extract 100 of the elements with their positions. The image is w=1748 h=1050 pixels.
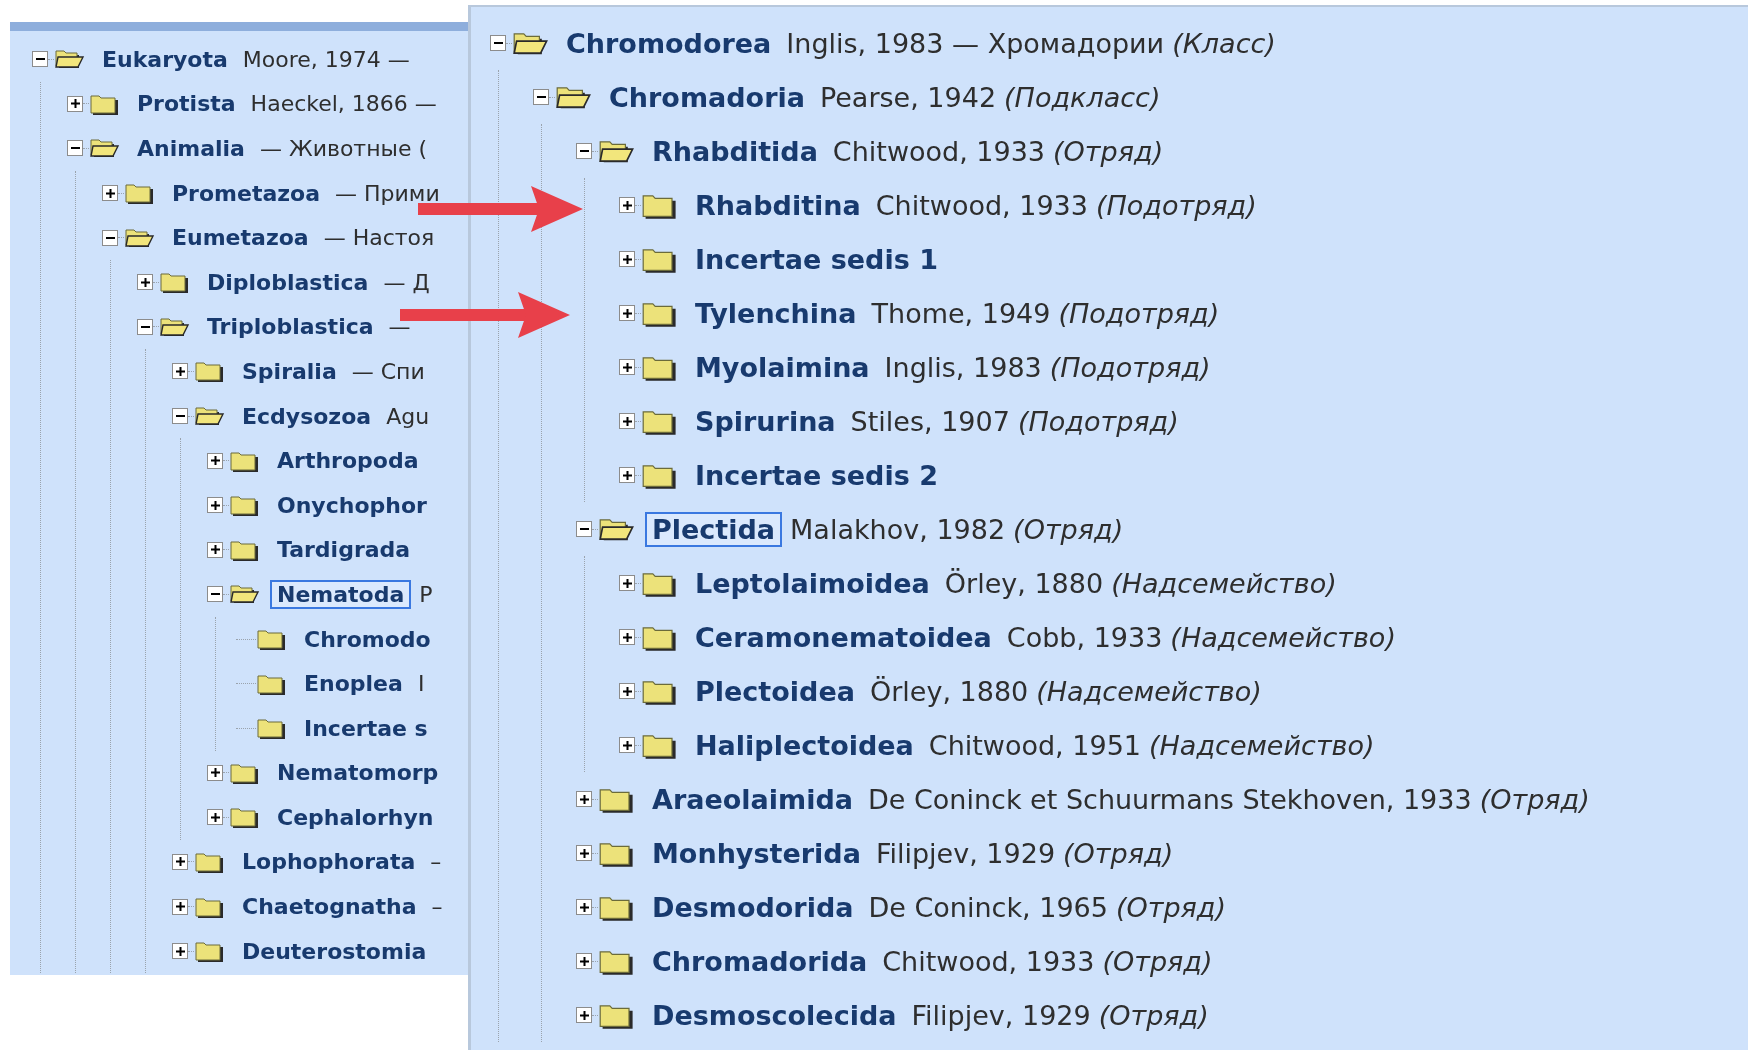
expand-toggle[interactable]	[102, 185, 118, 202]
expand-toggle[interactable]	[619, 305, 635, 321]
taxon-name[interactable]: Desmodorida	[645, 889, 861, 925]
taxon-authority: Filipjev, 1929	[875, 837, 1056, 869]
collapse-toggle[interactable]	[67, 140, 83, 157]
expand-toggle[interactable]	[619, 251, 635, 267]
taxon-name[interactable]: Cephalorhyn	[270, 802, 441, 832]
folder-icon	[257, 627, 287, 651]
expand-toggle[interactable]	[619, 359, 635, 375]
taxon-name[interactable]: Chromodo	[297, 624, 438, 654]
taxon-name[interactable]: Enoplea	[297, 669, 410, 699]
expand-toggle[interactable]	[576, 953, 592, 969]
expand-toggle[interactable]	[207, 764, 223, 781]
minus-icon	[175, 415, 185, 418]
expand-toggle[interactable]	[576, 899, 592, 915]
taxon-name[interactable]: Haliplectoidea	[688, 727, 921, 763]
taxon-name[interactable]: Plectoidea	[688, 673, 862, 709]
collapse-toggle[interactable]	[490, 35, 506, 51]
taxon-name[interactable]: Eukaryota	[95, 44, 235, 74]
plus-icon	[210, 545, 220, 555]
collapse-toggle[interactable]	[576, 143, 592, 159]
expand-toggle[interactable]	[619, 683, 635, 699]
taxon-name[interactable]: Spiralia	[235, 356, 344, 386]
folder-icon	[195, 939, 225, 964]
expand-toggle[interactable]	[207, 541, 223, 558]
taxon-name[interactable]: Nematoda	[270, 579, 412, 609]
collapse-toggle[interactable]	[32, 51, 48, 68]
expand-toggle[interactable]	[576, 845, 592, 861]
collapse-toggle[interactable]	[102, 229, 118, 246]
taxon-name[interactable]: Tardigrada	[270, 535, 418, 565]
taxon-name[interactable]: Myolaimina	[688, 349, 877, 385]
taxon-authority: Stiles, 1907	[850, 405, 1010, 437]
expand-toggle[interactable]	[619, 413, 635, 429]
taxon-authority: Malakhov, 1982	[790, 513, 1006, 545]
taxon-name[interactable]: Diploblastica	[200, 267, 376, 297]
taxon-name[interactable]: Chaetognatha	[235, 892, 424, 922]
taxon-name[interactable]: Plectida	[645, 511, 783, 547]
taxon-name[interactable]: Rhabditida	[645, 133, 825, 169]
expand-toggle[interactable]	[619, 575, 635, 591]
expand-toggle[interactable]	[576, 791, 592, 807]
taxon-rank: (Подотряд)	[1095, 189, 1257, 221]
taxon-name[interactable]: Leptolaimoidea	[688, 565, 937, 601]
expand-toggle[interactable]	[207, 497, 223, 514]
plus-icon	[622, 740, 632, 750]
plus-icon	[622, 416, 632, 426]
expand-toggle[interactable]	[137, 274, 153, 291]
taxon-rank: (Отряд)	[1479, 783, 1590, 815]
taxon-name[interactable]: Eumetazoa	[165, 223, 316, 253]
taxon-name[interactable]: Lophophorata	[235, 847, 423, 877]
taxon-name[interactable]: Incertae sedis 1	[688, 241, 945, 277]
taxon-name[interactable]: Desmoscolecida	[645, 997, 904, 1033]
taxon-name[interactable]: Protista	[130, 89, 243, 119]
collapse-toggle[interactable]	[137, 318, 153, 335]
expand-toggle[interactable]	[67, 95, 83, 112]
expand-toggle[interactable]	[172, 363, 188, 380]
expand-toggle[interactable]	[207, 809, 223, 826]
taxon-rank: (Надсемейство)	[1111, 567, 1337, 599]
collapse-toggle[interactable]	[533, 89, 549, 105]
expand-toggle[interactable]	[619, 197, 635, 213]
taxon-name[interactable]: Chromadoria	[602, 79, 812, 115]
taxon-name[interactable]: Incertae sedis 2	[688, 457, 945, 493]
taxon-name[interactable]: Rhabditina	[688, 187, 868, 223]
taxon-name[interactable]: Ceramonematoidea	[688, 619, 999, 655]
folder-icon	[125, 181, 155, 206]
expand-toggle[interactable]	[172, 854, 188, 870]
taxon-name[interactable]: Prometazoa	[165, 178, 328, 208]
collapse-toggle[interactable]	[172, 408, 188, 425]
taxon-name[interactable]: Triploblastica	[200, 312, 381, 342]
taxon-authority: Thome, 1949	[871, 297, 1051, 329]
expand-toggle[interactable]	[172, 898, 188, 915]
expand-toggle[interactable]	[619, 629, 635, 645]
taxon-name[interactable]: Animalia	[130, 134, 252, 163]
taxon-name[interactable]: Onychophor	[270, 490, 434, 520]
taxon-rank: (Отряд)	[1053, 135, 1164, 167]
taxon-name[interactable]: Spirurina	[688, 403, 843, 439]
collapse-toggle[interactable]	[576, 521, 592, 537]
plus-icon	[622, 200, 632, 210]
taxon-name[interactable]: Nematomorp	[270, 758, 446, 788]
taxon-name[interactable]: Monhysterida	[645, 835, 868, 871]
expand-toggle[interactable]	[172, 943, 188, 960]
taxon-name[interactable]: Tylenchina	[688, 295, 864, 331]
collapse-toggle[interactable]	[207, 586, 223, 603]
plus-icon	[622, 254, 632, 264]
taxon-name[interactable]: Ecdysozoa	[235, 401, 379, 431]
taxon-name[interactable]: Araeolaimida	[645, 781, 860, 817]
taxon-authority: — Настоя	[323, 225, 435, 251]
taxon-rank: (Отряд)	[1102, 945, 1213, 977]
taxon-authority: Inglis, 1983	[884, 351, 1042, 383]
taxon-authority: Cobb, 1933	[1006, 621, 1163, 653]
folder-icon	[230, 493, 260, 518]
plus-icon	[579, 1010, 589, 1020]
taxon-name[interactable]: Chromodorea	[559, 25, 779, 61]
taxon-name[interactable]: Arthropoda	[270, 446, 426, 476]
taxon-name[interactable]: Incertae s	[297, 713, 435, 743]
expand-toggle[interactable]	[576, 1007, 592, 1023]
expand-toggle[interactable]	[619, 737, 635, 753]
taxon-name[interactable]: Chromadorida	[645, 943, 875, 979]
taxon-name[interactable]: Deuterostomia	[235, 936, 434, 966]
expand-toggle[interactable]	[207, 452, 223, 469]
expand-toggle[interactable]	[619, 467, 635, 483]
